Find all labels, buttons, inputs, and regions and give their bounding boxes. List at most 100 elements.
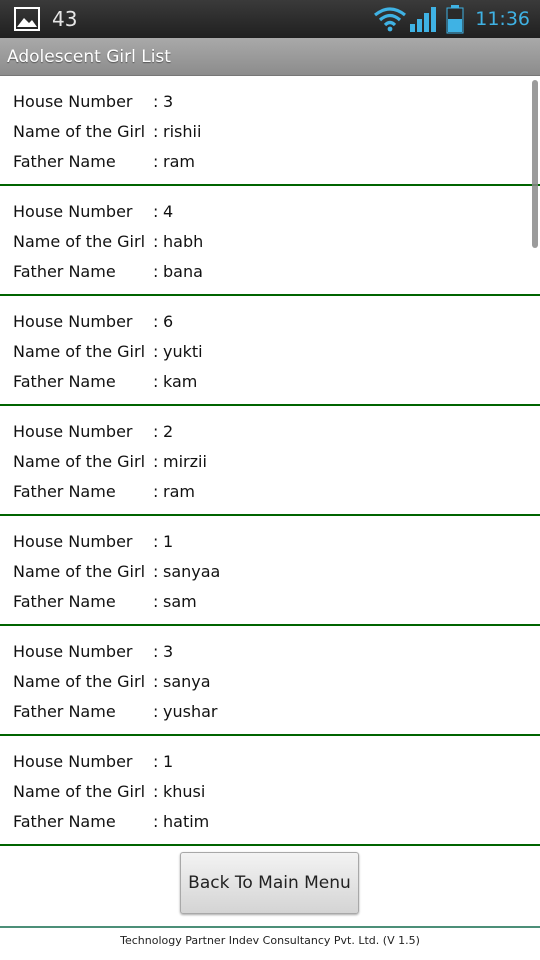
girl-name-value: sanyaa [163,562,221,581]
separator: : [153,232,159,251]
father-name-value: ram [163,152,195,171]
page-title: Adolescent Girl List [7,47,171,67]
gallery-icon [14,7,40,31]
father-name-label: Father Name [13,152,116,171]
footer-divider [0,926,540,928]
father-name-row: Father Name: kam [13,372,540,402]
girl-name-value: rishii [163,122,202,141]
notification-count: 43 [52,7,78,31]
house-number-label: House Number [13,752,133,771]
father-name-row: Father Name: yushar [13,702,540,732]
house-number-value: 2 [163,422,174,441]
house-number-row: House Number:6 [13,312,540,342]
girl-name-row: Name of the Girl: yukti [13,342,540,372]
separator: : [153,122,159,141]
house-number-label: House Number [13,532,133,551]
house-number-row: House Number:1 [13,532,540,562]
list-item[interactable]: House Number:2 Name of the Girl: mirzii Fat… [0,406,540,516]
girl-name-value: yukti [163,342,203,361]
father-name-label: Father Name [13,262,116,281]
girl-name-row: Name of the Girl: habh [13,232,540,262]
list-item[interactable]: House Number:3 Name of the Girl: rishii Fat… [0,76,540,186]
girl-name-row: Name of the Girl: rishii [13,122,540,152]
wifi-icon [374,7,407,32]
father-name-row: Father Name: sam [13,592,540,622]
girl-list[interactable]: House Number:3 Name of the Girl: rishii Fat… [0,76,540,846]
girl-name-row: Name of the Girl: sanyaa [13,562,540,592]
back-to-main-menu-button[interactable]: Back To Main Menu [180,852,359,914]
status-right: 11:36 [373,4,530,34]
house-number-label: House Number [13,92,133,111]
girl-name-label: Name of the Girl [13,342,146,361]
house-number-value: 4 [163,202,174,221]
girl-name-label: Name of the Girl [13,122,146,141]
father-name-row: Father Name: ram [13,152,540,182]
girl-name-value: khusi [163,782,206,801]
separator: : [153,342,159,361]
father-name-row: Father Name: ram [13,482,540,512]
footer-credit: Technology Partner Indev Consultancy Pvt… [120,934,420,947]
separator: : [153,262,159,281]
separator: : [153,372,159,391]
house-number-value: 1 [163,752,174,771]
house-number-value: 6 [163,312,174,331]
separator: : [153,312,159,331]
girl-name-label: Name of the Girl [13,562,146,581]
separator: : [153,782,159,801]
list-scrollbar[interactable] [532,80,538,248]
status-bar: 43 11:36 [0,0,540,38]
separator: : [153,702,159,721]
separator: : [153,642,159,661]
separator: : [153,592,159,611]
house-number-label: House Number [13,202,133,221]
list-item[interactable]: House Number:3 Name of the Girl: sanya Fath… [0,626,540,736]
father-name-label: Father Name [13,482,116,501]
separator: : [153,672,159,691]
girl-name-row: Name of the Girl: sanya [13,672,540,702]
father-name-value: yushar [163,702,218,721]
status-left: 43 [14,6,77,32]
house-number-value: 1 [163,532,174,551]
house-number-label: House Number [13,422,133,441]
separator: : [153,152,159,171]
separator: : [153,812,159,831]
title-bar: Adolescent Girl List [0,38,540,76]
father-name-row: Father Name: bana [13,262,540,292]
house-number-label: House Number [13,312,133,331]
father-name-value: ram [163,482,195,501]
girl-name-label: Name of the Girl [13,232,146,251]
girl-name-value: habh [163,232,204,251]
father-name-label: Father Name [13,812,116,831]
girl-name-label: Name of the Girl [13,672,146,691]
list-item[interactable]: House Number:6 Name of the Girl: yukti Fath… [0,296,540,406]
list-item[interactable]: House Number:1 Name of the Girl: sanyaa Fat… [0,516,540,626]
signal-icon [410,7,437,32]
separator: : [153,482,159,501]
separator: : [153,452,159,471]
girl-name-value: mirzii [163,452,207,471]
list-item[interactable]: House Number:1 Name of the Girl: khusi Fath… [0,736,540,846]
father-name-value: bana [163,262,203,281]
separator: : [153,752,159,771]
house-number-row: House Number:3 [13,92,540,122]
father-name-label: Father Name [13,702,116,721]
house-number-label: House Number [13,642,133,661]
house-number-row: House Number:1 [13,752,540,782]
house-number-row: House Number:2 [13,422,540,452]
separator: : [153,202,159,221]
girl-name-label: Name of the Girl [13,782,146,801]
girl-name-row: Name of the Girl: mirzii [13,452,540,482]
father-name-label: Father Name [13,372,116,391]
separator: : [153,422,159,441]
separator: : [153,532,159,551]
girl-name-row: Name of the Girl: khusi [13,782,540,812]
battery-icon [446,5,464,34]
house-number-row: House Number:4 [13,202,540,232]
separator: : [153,92,159,111]
list-item[interactable]: House Number:4 Name of the Girl: habh Fathe… [0,186,540,296]
status-time: 11:36 [475,8,530,30]
father-name-value: sam [163,592,197,611]
girl-name-label: Name of the Girl [13,452,146,471]
father-name-label: Father Name [13,592,116,611]
father-name-row: Father Name: hatim [13,812,540,842]
